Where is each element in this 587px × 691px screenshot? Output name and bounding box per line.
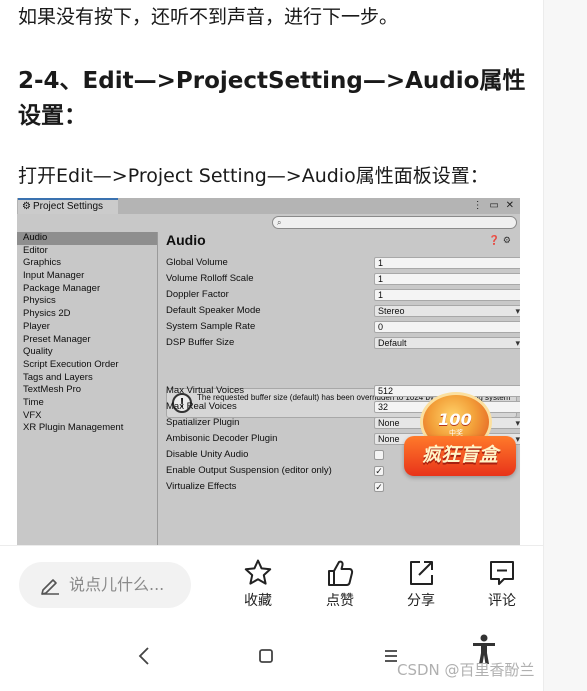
unity-property-label: Spatializer Plugin: [166, 417, 240, 428]
promo-number: 100: [438, 410, 472, 429]
unity-property-row: Global Volume 1: [166, 256, 520, 270]
comment-label: 评论: [488, 593, 516, 609]
home-icon[interactable]: [251, 641, 281, 671]
system-nav-bar: [0, 621, 543, 691]
share-icon: [410, 561, 433, 585]
unity-property-label: Max Real Voices: [166, 401, 237, 412]
unity-search-row: ⌕: [17, 214, 520, 232]
unity-sidebar-item: VFX: [23, 409, 42, 421]
unity-sidebar-item: Audio: [17, 232, 157, 245]
unity-property-label: Ambisonic Decoder Plugin: [166, 433, 278, 444]
back-icon[interactable]: [129, 641, 159, 671]
csdn-watermark: CSDN @百里香酚兰: [397, 661, 535, 679]
unity-sidebar-item: TextMesh Pro: [23, 384, 82, 396]
unity-property-row: Default Speaker Mode Stereo: [166, 304, 520, 318]
unity-property-checkbox: [374, 450, 384, 460]
unity-property-label: Disable Unity Audio: [166, 449, 249, 460]
unity-titlebar: ⚙ Project Settings ⋮ ▭ ✕: [17, 198, 520, 214]
unity-property-dropdown: Stereo: [374, 305, 520, 317]
favorite-button[interactable]: 收藏: [231, 558, 285, 614]
comment-icon: [490, 561, 514, 585]
paragraph-2: 打开Edit—>Project Setting—>Audio属性面板设置：: [18, 165, 489, 187]
unity-sidebar-item: Input Manager: [23, 270, 85, 282]
action-bar: 说点儿什么... 收藏 点赞 分享 评论: [0, 545, 543, 621]
unity-property-label: Volume Rolloff Scale: [166, 273, 254, 284]
favorite-label: 收藏: [244, 593, 272, 609]
unity-property-row: Volume Rolloff Scale 1: [166, 272, 520, 286]
unity-property-row: DSP Buffer Size Default: [166, 336, 520, 350]
share-button[interactable]: 分享: [394, 558, 448, 614]
search-icon: ⌕: [277, 218, 282, 227]
unity-sidebar-item: Physics: [23, 295, 56, 307]
unity-window-buttons: ⋮ ▭ ✕: [472, 200, 516, 211]
promo-badge: 100 中奖 疯狂盲盒: [398, 386, 524, 496]
comment-placeholder: 说点儿什么...: [69, 575, 165, 594]
page-scroll-gutter: [543, 0, 587, 691]
comment-button[interactable]: 评论: [475, 558, 529, 614]
unity-property-label: DSP Buffer Size: [166, 337, 235, 348]
unity-sidebar-item: Preset Manager: [23, 333, 91, 345]
unity-property-label: Enable Output Suspension (editor only): [166, 465, 332, 476]
thumbs-up-icon: [328, 560, 354, 586]
unity-sidebar-item: Graphics: [23, 257, 62, 269]
unity-property-row: System Sample Rate 0: [166, 320, 520, 334]
unity-panel-icons: ❓⚙: [489, 235, 514, 246]
unity-sidebar: Audio Editor Graphics Input Manager Package …: [17, 232, 158, 545]
unity-property-field: 1: [374, 273, 520, 285]
unity-property-checkbox: ✓: [374, 466, 384, 476]
paragraph-1: 如果没有按下，还听不到声音，进行下一步。: [18, 6, 399, 28]
unity-property-label: Doppler Factor: [166, 289, 229, 300]
unity-sidebar-item: Package Manager: [23, 282, 101, 294]
star-icon: [244, 559, 272, 585]
unity-sidebar-item: Physics 2D: [23, 308, 71, 320]
unity-property-field: 0: [374, 321, 520, 333]
unity-sidebar-item: Player: [23, 320, 50, 332]
unity-property-checkbox: ✓: [374, 482, 384, 492]
unity-property-label: Virtualize Effects: [166, 481, 237, 492]
pen-icon: [41, 579, 59, 595]
unity-property-row: Doppler Factor 1: [166, 288, 520, 302]
unity-panel-heading: Audio: [166, 232, 206, 248]
unity-property-label: System Sample Rate: [166, 321, 256, 332]
unity-sidebar-item: XR Plugin Management: [23, 422, 124, 434]
unity-property-label: Global Volume: [166, 257, 228, 268]
unity-property-dropdown: Default: [374, 337, 520, 349]
unity-property-label: Max Virtual Voices: [166, 385, 244, 396]
like-button[interactable]: 点赞: [313, 558, 367, 614]
help-icon: ❓: [488, 235, 503, 245]
promo-text: 疯狂盲盒: [421, 444, 498, 466]
unity-property-field: 1: [374, 289, 520, 301]
unity-sidebar-item: Quality: [23, 346, 53, 358]
unity-property-label: Default Speaker Mode: [166, 305, 261, 316]
gear-icon: ⚙: [22, 201, 31, 212]
unity-sidebar-item: Editor: [23, 244, 48, 256]
settings-icon: ⚙: [502, 235, 514, 245]
unity-sidebar-item: Script Execution Order: [23, 358, 119, 370]
article-content: 如果没有按下，还听不到声音，进行下一步。 2-4、Edit—>ProjectSe…: [0, 0, 543, 545]
unity-property-field: 1: [374, 257, 520, 269]
unity-tab-title: Project Settings: [32, 201, 104, 212]
unity-tab: ⚙ Project Settings: [18, 198, 118, 214]
unity-search-input: ⌕: [272, 216, 517, 229]
comment-input[interactable]: 说点儿什么...: [19, 562, 191, 608]
unity-sidebar-item: Tags and Layers: [23, 371, 93, 383]
unity-sidebar-item: Time: [23, 396, 44, 408]
section-heading: 2-4、Edit—>ProjectSetting—>Audio属性设置：: [18, 68, 526, 129]
share-label: 分享: [407, 593, 435, 609]
like-label: 点赞: [326, 593, 354, 609]
